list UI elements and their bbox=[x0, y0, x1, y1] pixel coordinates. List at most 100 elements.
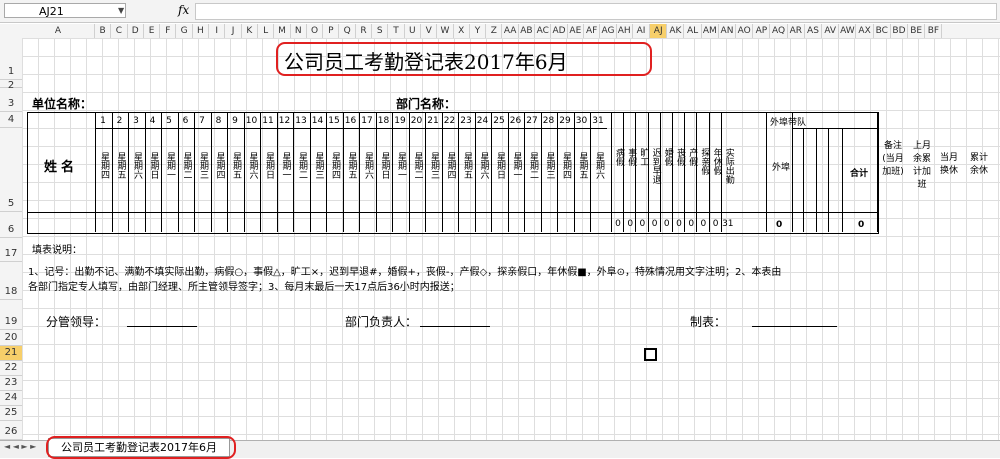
day-gridline bbox=[161, 112, 162, 232]
outside-gridline bbox=[803, 128, 804, 232]
column-header-l[interactable]: L bbox=[258, 24, 275, 38]
column-header-aj[interactable]: AJ bbox=[650, 24, 668, 38]
column-header-ak[interactable]: AK bbox=[667, 24, 685, 38]
outside-gridline bbox=[816, 128, 817, 232]
weekday-label: 星期四 bbox=[445, 152, 456, 179]
column-header-ai[interactable]: AI bbox=[633, 24, 651, 38]
column-header-y[interactable]: Y bbox=[470, 24, 487, 38]
row-header-18[interactable]: 18 bbox=[0, 262, 22, 300]
function-icon[interactable]: fx bbox=[178, 3, 189, 17]
chevron-down-icon[interactable]: ▼ bbox=[118, 6, 124, 15]
column-header-ap[interactable]: AP bbox=[753, 24, 771, 38]
column-header-w[interactable]: W bbox=[437, 24, 454, 38]
name-box[interactable]: AJ21 bbox=[4, 3, 126, 18]
column-header-as[interactable]: AS bbox=[805, 24, 823, 38]
outside-gridline bbox=[766, 112, 767, 232]
day-gridline bbox=[293, 112, 294, 232]
column-header-ao[interactable]: AO bbox=[736, 24, 754, 38]
column-header-f[interactable]: F bbox=[160, 24, 177, 38]
day-number: 9 bbox=[232, 116, 238, 126]
row-header-1[interactable]: 1 bbox=[0, 38, 22, 80]
column-header-c[interactable]: C bbox=[111, 24, 128, 38]
row-header-6[interactable]: 6 bbox=[0, 212, 22, 238]
row-header-22[interactable]: 22 bbox=[0, 361, 22, 376]
column-header-af[interactable]: AF bbox=[584, 24, 601, 38]
column-header-q[interactable]: Q bbox=[340, 24, 356, 38]
leave-gridline bbox=[720, 112, 722, 232]
row-header-20[interactable]: 20 bbox=[0, 330, 22, 346]
column-header-d[interactable]: D bbox=[128, 24, 144, 38]
day-gridline bbox=[326, 112, 327, 232]
row-header-3[interactable]: 3 bbox=[0, 88, 22, 112]
column-header-b[interactable]: B bbox=[95, 24, 112, 38]
leave-value: 0 bbox=[627, 219, 634, 229]
weekday-label: 星期二 bbox=[297, 152, 307, 179]
leave-header: 产假 bbox=[687, 148, 698, 166]
column-header-be[interactable]: BE bbox=[908, 24, 926, 38]
column-header-an[interactable]: AN bbox=[719, 24, 737, 38]
column-header-aa[interactable]: AA bbox=[503, 24, 519, 38]
active-cell-cursor[interactable] bbox=[644, 348, 657, 361]
column-header-ax[interactable]: AX bbox=[857, 24, 874, 38]
row-header-24[interactable]: 24 bbox=[0, 391, 22, 406]
weekday-label: 星期四 bbox=[214, 152, 225, 179]
row-header-26[interactable]: 26 bbox=[0, 421, 22, 440]
column-header-am[interactable]: AM bbox=[702, 24, 719, 38]
row-header-5[interactable]: 5 bbox=[0, 128, 22, 212]
column-header-v[interactable]: V bbox=[421, 24, 438, 38]
column-header-o[interactable]: O bbox=[307, 24, 324, 38]
day-number: 3 bbox=[133, 116, 139, 126]
column-header-ag[interactable]: AG bbox=[600, 24, 617, 38]
column-header-u[interactable]: U bbox=[405, 24, 421, 38]
column-header-t[interactable]: T bbox=[388, 24, 405, 38]
outside-gridline bbox=[877, 112, 878, 232]
day-gridline bbox=[441, 112, 443, 232]
row-header-21[interactable]: 21 bbox=[0, 346, 22, 361]
column-header-ad[interactable]: AD bbox=[551, 24, 568, 38]
column-header-ab[interactable]: AB bbox=[519, 24, 536, 38]
row-header-25[interactable]: 25 bbox=[0, 406, 22, 421]
column-header-r[interactable]: R bbox=[356, 24, 373, 38]
column-header-ah[interactable]: AH bbox=[617, 24, 633, 38]
column-header-g[interactable]: G bbox=[177, 24, 193, 38]
column-header-av[interactable]: AV bbox=[822, 24, 840, 38]
column-header-s[interactable]: S bbox=[372, 24, 389, 38]
column-header-i[interactable]: I bbox=[209, 24, 226, 38]
column-header-e[interactable]: E bbox=[144, 24, 161, 38]
column-header-p[interactable]: P bbox=[323, 24, 340, 38]
leave-value: 0 bbox=[663, 219, 670, 229]
column-header-k[interactable]: K bbox=[242, 24, 258, 38]
day-gridline bbox=[144, 112, 146, 232]
row-header-bar: 1 2 3 4 5 6 17 18 19 20 21 22 23 24 25 26 bbox=[0, 38, 23, 440]
leave-value: 0 bbox=[615, 219, 621, 229]
notes-line-2: 各部门指定专人填写，由部门经理、所主管领导签字；3、每月末最后一天17点后36小… bbox=[28, 282, 460, 293]
outside-team-divider bbox=[792, 128, 877, 129]
column-header-ar[interactable]: AR bbox=[788, 24, 805, 38]
column-header-h[interactable]: H bbox=[193, 24, 210, 38]
column-header-aw[interactable]: AW bbox=[839, 24, 857, 38]
leave-gridline bbox=[659, 112, 661, 232]
column-header-n[interactable]: N bbox=[291, 24, 307, 38]
column-header-a[interactable]: A bbox=[22, 24, 95, 38]
column-header-al[interactable]: AL bbox=[685, 24, 702, 38]
row-header-17[interactable]: 17 bbox=[0, 238, 22, 262]
sheet-grid[interactable] bbox=[22, 38, 1000, 440]
column-header-bd[interactable]: BD bbox=[891, 24, 909, 38]
column-header-ae[interactable]: AE bbox=[568, 24, 584, 38]
column-header-j[interactable]: J bbox=[225, 24, 242, 38]
row-header-4[interactable]: 4 bbox=[0, 112, 22, 128]
row-header-19[interactable]: 19 bbox=[0, 300, 22, 330]
sign-dept-label: 部门负责人： bbox=[345, 315, 418, 329]
row-header-23[interactable]: 23 bbox=[0, 376, 22, 391]
column-header-ac[interactable]: AC bbox=[535, 24, 552, 38]
column-header-bf[interactable]: BF bbox=[925, 24, 943, 38]
column-header-aq[interactable]: AQ bbox=[771, 24, 788, 38]
column-header-x[interactable]: X bbox=[454, 24, 470, 38]
formula-input[interactable] bbox=[195, 3, 997, 20]
tab-scroll-icons[interactable]: ◄ ◄ ► ► bbox=[4, 442, 36, 451]
row-header-2[interactable]: 2 bbox=[0, 80, 22, 91]
row6-total: 0 bbox=[858, 220, 865, 230]
column-header-m[interactable]: M bbox=[274, 24, 291, 38]
column-header-z[interactable]: Z bbox=[486, 24, 503, 38]
column-header-bc[interactable]: BC bbox=[874, 24, 891, 38]
